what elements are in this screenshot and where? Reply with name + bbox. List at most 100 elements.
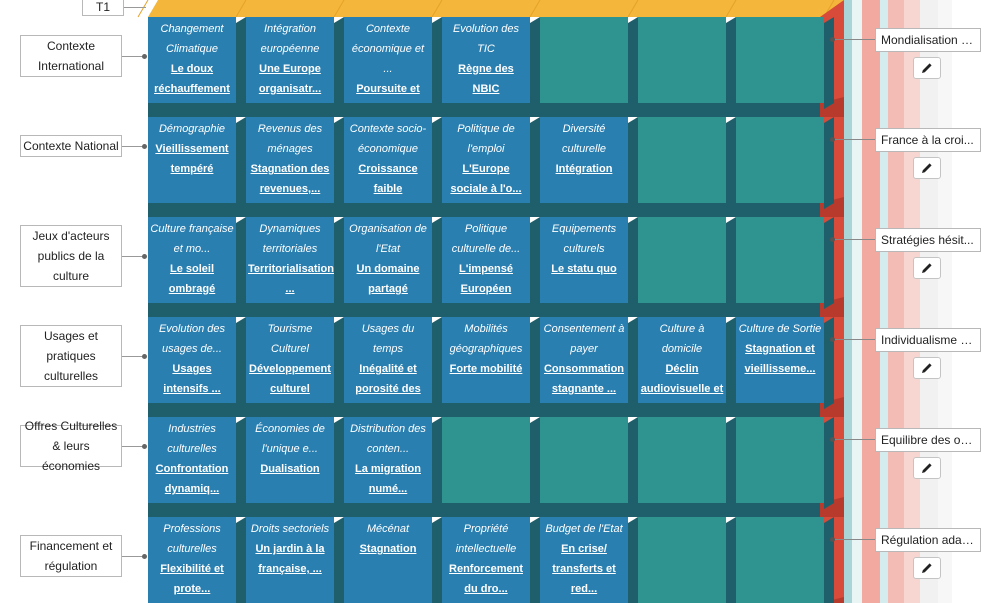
hypothesis-cell[interactable]: Contexte économique et ... Poursuite et a…	[344, 17, 432, 103]
hypothesis-cell[interactable]: Organisation de l'Etat Un domaine partagé	[344, 217, 432, 303]
hypothesis-cell[interactable]: Culture française et mo... Le soleil ombr…	[148, 217, 236, 303]
cell-hypothesis-link[interactable]: Le statu quo	[540, 259, 628, 279]
hypothesis-cell[interactable]: Evolution des usages de... Usages intensi…	[148, 317, 236, 403]
cell-hypothesis-link[interactable]: Un domaine partagé	[344, 259, 432, 299]
hypothesis-cell[interactable]: Propriété intellectuelle Renforcement du …	[442, 517, 530, 603]
hypothesis-cell[interactable]: Tourisme Culturel Développement culturel	[246, 317, 334, 403]
row-scenario-label[interactable]: Individualisme c...	[875, 328, 981, 352]
hypothesis-cell[interactable]: Equipements culturels Le statu quo	[540, 217, 628, 303]
cell-hypothesis-link[interactable]: Renforcement du dro...	[442, 559, 530, 599]
cell-hypothesis-link[interactable]: Une Europe organisatr...	[246, 59, 334, 99]
hypothesis-cell[interactable]: Économies de l'unique e... Dualisation	[246, 417, 334, 503]
cell-hypothesis-link[interactable]: Développement culturel	[246, 359, 334, 399]
hypothesis-cell[interactable]: Intégration européenne Une Europe organis…	[246, 17, 334, 103]
hypothesis-cell[interactable]: Distribution des conten... La migration n…	[344, 417, 432, 503]
row-scenario-label[interactable]: Mondialisation s...	[875, 28, 981, 52]
empty-cell[interactable]	[638, 217, 726, 303]
cell-hypothesis-link[interactable]: Intégration	[540, 159, 628, 179]
cell-hypothesis-link[interactable]: Stagnation	[344, 539, 432, 559]
cell-variable: Revenus des ménages	[257, 123, 323, 155]
pencil-icon	[922, 263, 932, 273]
row-scenario-label[interactable]: Equilibre des off...	[875, 428, 981, 452]
hypothesis-cell[interactable]: Dynamiques territoriales Territorialisati…	[246, 217, 334, 303]
edit-button[interactable]	[913, 457, 941, 479]
cell-hypothesis-link[interactable]: Déclin audiovisuelle et d...	[638, 359, 726, 403]
hypothesis-cell[interactable]: Culture à domicile Déclin audiovisuelle e…	[638, 317, 726, 403]
hypothesis-cell[interactable]: Mobilités géographiques Forte mobilité	[442, 317, 530, 403]
cell-hypothesis-link[interactable]: L'Europe sociale à l'o...	[442, 159, 530, 199]
cell-hypothesis-link[interactable]: Un jardin à la française, ...	[246, 539, 334, 579]
empty-cell[interactable]	[736, 17, 824, 103]
cell-side-shadow	[432, 117, 442, 209]
row-label-connector	[122, 354, 147, 359]
empty-cell[interactable]	[442, 417, 530, 503]
row-scenario-label[interactable]: Régulation adap...	[875, 528, 981, 552]
t1-label[interactable]: T1	[82, 0, 124, 16]
hypothesis-cell[interactable]: Professions culturelles Flexibilité et pr…	[148, 517, 236, 603]
hypothesis-cell[interactable]: Démographie Vieillissement tempéré	[148, 117, 236, 203]
edit-button[interactable]	[913, 57, 941, 79]
cell-hypothesis-link[interactable]: Vieillissement tempéré	[148, 139, 236, 179]
row-label[interactable]: Financement et régulation	[20, 535, 122, 577]
empty-cell[interactable]	[638, 117, 726, 203]
empty-cell[interactable]	[638, 417, 726, 503]
cell-hypothesis-link[interactable]: Le soleil ombragé	[148, 259, 236, 299]
cell-hypothesis-link[interactable]: Inégalité et porosité des te...	[344, 359, 432, 403]
cell-hypothesis-link[interactable]: Le doux réchauffement	[148, 59, 236, 99]
cell-hypothesis-link[interactable]: Usages intensifs ...	[148, 359, 236, 399]
cell-hypothesis-link[interactable]: Stagnation des revenues,...	[246, 159, 334, 199]
cell-hypothesis-link[interactable]: Forte mobilité	[442, 359, 530, 379]
hypothesis-cell[interactable]: Culture de Sortie Stagnation et vieilliss…	[736, 317, 824, 403]
hypothesis-cell[interactable]: Budget de l'Etat En crise/ transferts et …	[540, 517, 628, 603]
cell-hypothesis-link[interactable]: Règne des NBIC	[442, 59, 530, 99]
empty-cell[interactable]	[736, 117, 824, 203]
hypothesis-cell[interactable]: Industries culturelles Confrontation dyna…	[148, 417, 236, 503]
hypothesis-cell[interactable]: Evolution des TIC Règne des NBIC	[442, 17, 530, 103]
cell-hypothesis-link[interactable]: Territorialisation ...	[246, 259, 334, 299]
cell-hypothesis-link[interactable]: Confrontation dynamiq...	[148, 459, 236, 499]
cell-side-shadow	[432, 217, 442, 309]
hypothesis-cell[interactable]: Mécénat Stagnation	[344, 517, 432, 603]
row-label[interactable]: Offres Culturelles & leurs économies	[20, 419, 122, 473]
cell-variable: Organisation de l'Etat	[349, 223, 427, 255]
edit-button[interactable]	[913, 157, 941, 179]
row-label[interactable]: Contexte International	[20, 35, 122, 77]
cell-hypothesis-link[interactable]: Stagnation et vieillisseme...	[736, 339, 824, 379]
hypothesis-cell[interactable]: Consentement à payer Consommation stagnan…	[540, 317, 628, 403]
row-label[interactable]: Usages et pratiques culturelles	[20, 325, 122, 387]
hypothesis-cell[interactable]: Changement Climatique Le doux réchauffeme…	[148, 17, 236, 103]
hypothesis-cell[interactable]: Diversité culturelle Intégration	[540, 117, 628, 203]
cell-side-shadow	[334, 217, 344, 309]
cell-hypothesis-link[interactable]: L'impensé Européen	[442, 259, 530, 299]
hypothesis-cell[interactable]: Droits sectoriels Un jardin à la français…	[246, 517, 334, 603]
empty-cell[interactable]	[540, 17, 628, 103]
empty-cell[interactable]	[638, 17, 726, 103]
hypothesis-cell[interactable]: Usages du temps Inégalité et porosité des…	[344, 317, 432, 403]
empty-cell[interactable]	[736, 517, 824, 603]
hypothesis-cell[interactable]: Contexte socio-économique Croissance faib…	[344, 117, 432, 203]
cell-hypothesis-link[interactable]: La migration numé...	[344, 459, 432, 499]
empty-cell[interactable]	[736, 417, 824, 503]
edit-button[interactable]	[913, 257, 941, 279]
empty-cell[interactable]	[540, 417, 628, 503]
edit-button[interactable]	[913, 557, 941, 579]
cell-hypothesis-link[interactable]: Flexibilité et prote...	[148, 559, 236, 599]
hypothesis-cell[interactable]: Politique de l'emploi L'Europe sociale à …	[442, 117, 530, 203]
hypothesis-cell[interactable]: Revenus des ménages Stagnation des revenu…	[246, 117, 334, 203]
row-label[interactable]: Contexte National	[20, 135, 122, 157]
row-scenario-label[interactable]: France à la croi...	[875, 128, 981, 152]
row-label[interactable]: Jeux d'acteurs publics de la culture	[20, 225, 122, 287]
hypothesis-cell[interactable]: Politique culturelle de... L'impensé Euro…	[442, 217, 530, 303]
edit-button[interactable]	[913, 357, 941, 379]
cell-side-shadow	[628, 417, 638, 509]
cell-hypothesis-link[interactable]: Croissance faible	[344, 159, 432, 199]
cell-hypothesis-link[interactable]: Poursuite et appr...	[344, 79, 432, 103]
cell-hypothesis-link[interactable]: Consommation stagnante ...	[540, 359, 628, 399]
empty-cell[interactable]	[736, 217, 824, 303]
row-scenario-label[interactable]: Stratégies hésit...	[875, 228, 981, 252]
cell-hypothesis-link[interactable]: Dualisation	[246, 459, 334, 479]
pencil-icon	[922, 63, 932, 73]
empty-cell[interactable]	[638, 517, 726, 603]
cell-variable: Politique de l'emploi	[457, 123, 515, 155]
cell-hypothesis-link[interactable]: En crise/ transferts et red...	[540, 539, 628, 599]
